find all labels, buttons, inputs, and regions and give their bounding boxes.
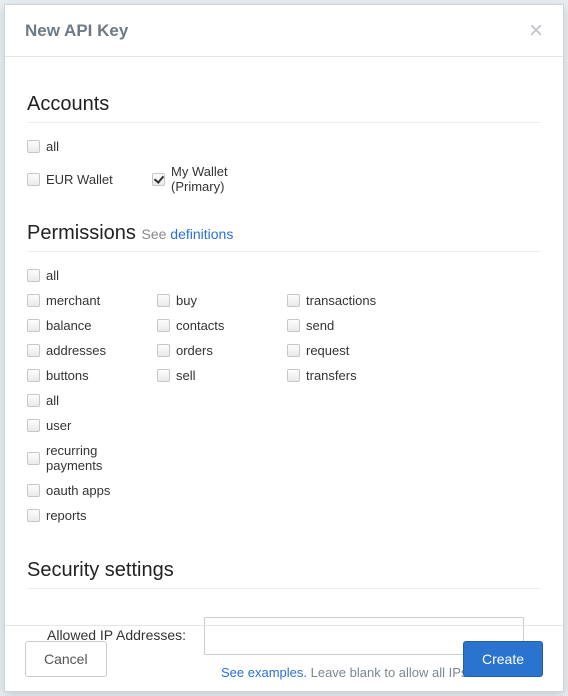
close-icon: × [529,17,543,44]
permissions-column: transactions send request transfers [287,293,417,418]
checkbox-label: all [46,393,59,408]
permission-item[interactable]: send [287,318,417,333]
checkbox-icon [27,484,40,497]
permission-item[interactable]: contacts [157,318,287,333]
checkbox-label: balance [46,318,92,333]
permission-item[interactable]: transactions [287,293,417,308]
close-button[interactable]: × [529,19,543,43]
checkbox-label: merchant [46,293,100,308]
checkbox-label: addresses [46,343,106,358]
security-section-title: Security settings [27,559,541,582]
checkbox-icon [27,294,40,307]
permission-item[interactable]: request [287,343,417,358]
checkbox-label: all [46,139,59,154]
permission-item[interactable]: buttons [27,368,157,383]
checkbox-icon [287,319,300,332]
permissions-column: buy contacts orders sell [157,293,287,418]
checkbox-label: buttons [46,368,89,383]
checkbox-label: reports [46,508,86,523]
permission-item[interactable]: addresses [27,343,157,358]
modal-header: New API Key × [5,5,563,57]
permissions-section-title: Permissions See definitions [27,222,541,245]
permission-item[interactable]: all [27,393,157,408]
checkbox-label: sell [176,368,196,383]
permissions-column: merchant balance addresses buttons all [27,293,157,418]
divider [27,122,541,123]
permission-item[interactable]: buy [157,293,287,308]
accounts-grid: EUR Wallet My Wallet (Primary) [27,164,541,204]
checkbox-icon [27,394,40,407]
new-api-key-modal: New API Key × Accounts all EUR Wallet My … [4,4,564,692]
permission-item[interactable]: transfers [287,368,417,383]
permission-item[interactable]: reports [27,508,157,523]
checkbox-icon [27,269,40,282]
checkbox-icon [27,369,40,382]
divider [27,588,541,589]
permissions-grid: merchant balance addresses buttons all buy con… [27,293,541,533]
definitions-link[interactable]: definitions [170,226,233,242]
permissions-title-text: Permissions [27,222,136,244]
create-button[interactable]: Create [463,641,543,677]
permission-item[interactable]: oauth apps [27,483,157,498]
checkbox-label: EUR Wallet [46,172,113,187]
permission-item[interactable]: user [27,418,157,433]
checkbox-label: send [306,318,334,333]
checkbox-label: My Wallet (Primary) [171,164,277,194]
permissions-subtitle: See definitions [141,226,233,242]
checkbox-icon [157,369,170,382]
checkbox-label: oauth apps [46,483,110,498]
checkbox-icon [157,294,170,307]
permissions-column: user recurring payments oauth apps reports [27,418,157,533]
checkbox-label: transfers [306,368,357,383]
checkbox-icon [27,173,40,186]
checkbox-label: transactions [306,293,376,308]
permission-item[interactable]: orders [157,343,287,358]
checkbox-icon [157,344,170,357]
account-item[interactable]: My Wallet (Primary) [152,164,277,194]
checkbox-icon [287,344,300,357]
permissions-all-row[interactable]: all [27,268,541,283]
modal-footer: Cancel Create [5,625,563,691]
modal-body: Accounts all EUR Wallet My Wallet (Primar… [5,57,563,680]
permission-item[interactable]: sell [157,368,287,383]
checkbox-icon [287,369,300,382]
checkbox-icon [27,319,40,332]
checkbox-icon [157,319,170,332]
checkbox-label: orders [176,343,213,358]
checkbox-icon [27,140,40,153]
account-item[interactable]: EUR Wallet [27,164,152,194]
permission-item[interactable]: recurring payments [27,443,157,473]
checkbox-label: buy [176,293,197,308]
checkbox-label: contacts [176,318,224,333]
accounts-all-row[interactable]: all [27,139,541,154]
checkbox-icon [27,452,40,465]
checkbox-icon [152,173,165,186]
divider [27,251,541,252]
cancel-button[interactable]: Cancel [25,641,107,677]
checkbox-icon [27,344,40,357]
checkbox-icon [27,509,40,522]
checkbox-label: user [46,418,71,433]
permission-item[interactable]: balance [27,318,157,333]
checkbox-label: request [306,343,349,358]
checkbox-icon [27,419,40,432]
accounts-section-title: Accounts [27,93,541,116]
checkbox-icon [287,294,300,307]
modal-title: New API Key [25,21,128,41]
checkbox-label: recurring payments [46,443,157,473]
permission-item[interactable]: merchant [27,293,157,308]
checkbox-label: all [46,268,59,283]
